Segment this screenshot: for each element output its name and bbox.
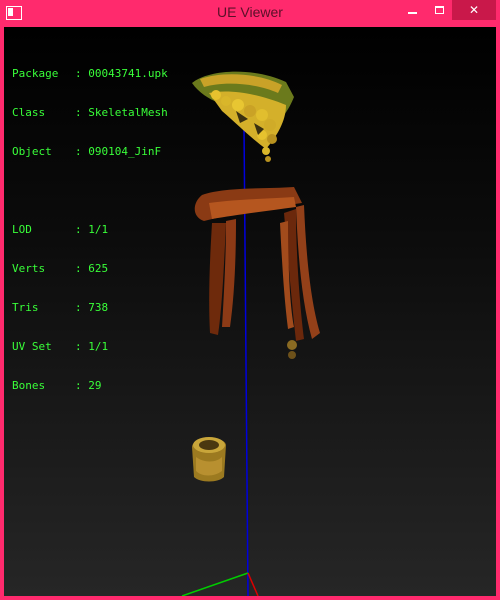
info-row-bones: Bones: 29 [12, 379, 102, 392]
info-row-uvset: UV Set: 1/1 [12, 340, 109, 353]
info-value: SkeletalMesh [88, 106, 168, 119]
maximize-icon [434, 6, 444, 14]
info-label: Bones [12, 379, 46, 392]
info-label: Object [12, 145, 52, 158]
info-label: Verts [12, 262, 46, 275]
title-bar[interactable]: UE Viewer ✕ [0, 0, 500, 27]
info-value: 00043741.upk [88, 67, 168, 80]
info-value: 1/1 [88, 340, 109, 353]
close-icon: ✕ [468, 3, 480, 17]
sash-mesh [194, 187, 320, 359]
info-value: 29 [88, 379, 102, 392]
info-label: Tris [12, 301, 39, 314]
3d-viewport[interactable]: Package: 00043741.upk Class: SkeletalMes… [4, 27, 496, 596]
info-value: 1/1 [88, 223, 109, 236]
minimize-icon [407, 12, 417, 14]
collar-mesh [192, 71, 294, 162]
info-value: 738 [88, 301, 109, 314]
info-row-verts: Verts: 625 [12, 262, 109, 275]
maximize-button[interactable] [426, 0, 452, 20]
z-axis-line [247, 572, 259, 596]
info-row-lod: LOD: 1/1 [12, 223, 109, 236]
info-row-object: Object: 090104_JinF [12, 145, 162, 158]
info-value: 625 [88, 262, 109, 275]
cup-mesh [192, 437, 226, 482]
info-row-package: Package: 00043741.upk [12, 67, 168, 80]
minimize-button[interactable] [398, 0, 426, 20]
info-label: UV Set [12, 340, 52, 353]
info-label: LOD [12, 223, 32, 236]
app-window: UE Viewer ✕ Package: 00043741.upk Class… [0, 0, 500, 600]
info-row-class: Class: SkeletalMesh [12, 106, 168, 119]
mesh-info-overlay: Package: 00043741.upk Class: SkeletalMes… [12, 41, 168, 418]
x-axis-line [181, 572, 249, 596]
close-button[interactable]: ✕ [452, 0, 496, 20]
info-label: Class [12, 106, 46, 119]
info-value: 090104_JinF [88, 145, 162, 158]
info-label: Package [12, 67, 59, 80]
info-row-tris: Tris: 738 [12, 301, 109, 314]
